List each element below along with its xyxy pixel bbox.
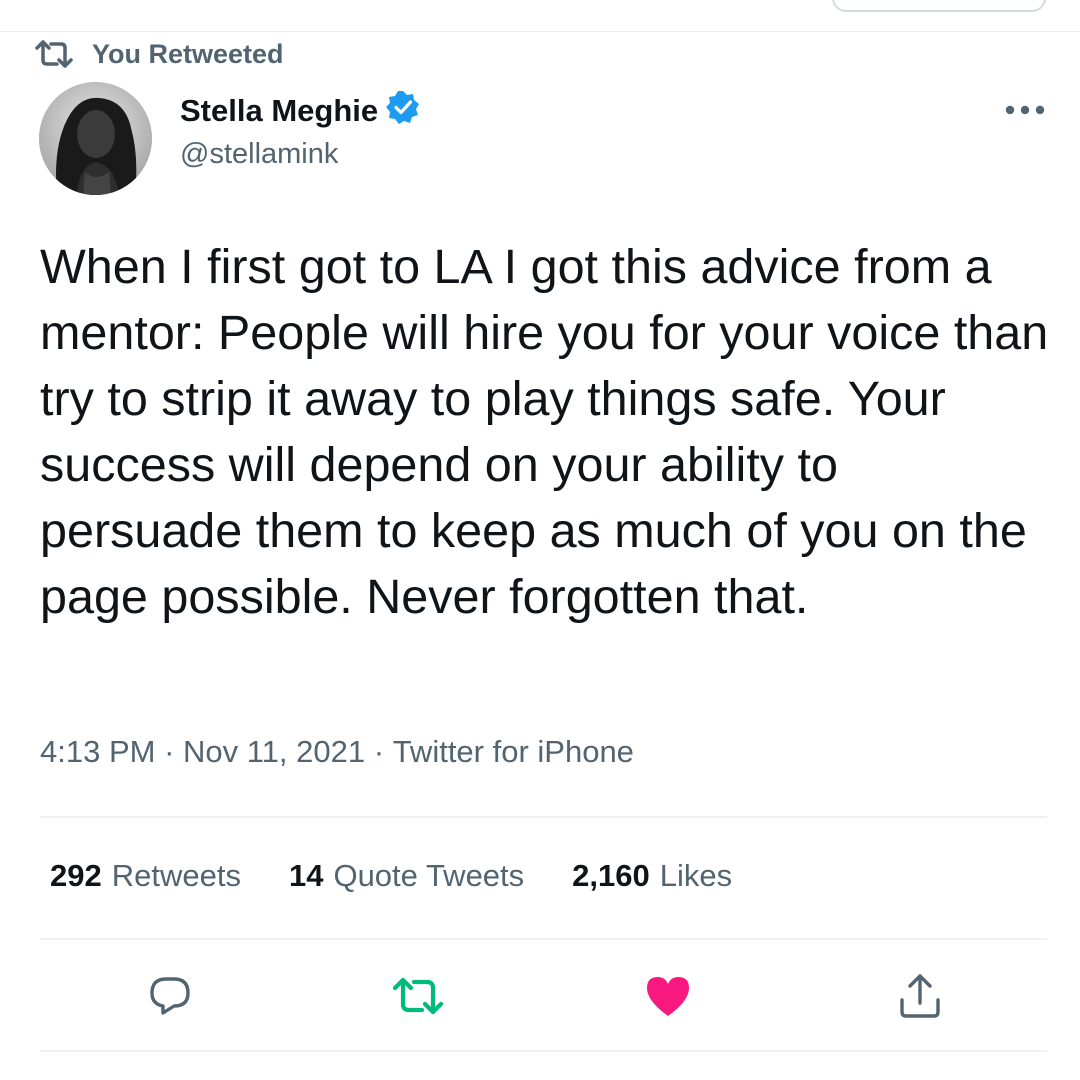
likes-stat[interactable]: 2,160 Likes: [572, 858, 732, 894]
retweet-button[interactable]: [390, 970, 446, 1026]
divider: [40, 1050, 1047, 1052]
tweet-text: When I first got to LA I got this advice…: [40, 240, 1049, 624]
retweet-icon: [34, 38, 74, 70]
quote-tweets-count: 14: [288, 858, 324, 893]
tweet-actions-bar: [0, 970, 1080, 1030]
divider: [40, 816, 1047, 818]
retweets-stat[interactable]: 292 Retweets: [50, 858, 241, 894]
follow-button-partial[interactable]: [832, 0, 1046, 12]
like-button[interactable]: [640, 970, 696, 1026]
verified-badge-icon: [386, 90, 420, 132]
retweets-label: Retweets: [111, 858, 241, 893]
tweet-stats: 292 Retweets 14 Quote Tweets 2,160 Likes: [50, 858, 732, 894]
tweet-meta: 4:13 PM · Nov 11, 2021 · Twitter for iPh…: [40, 734, 634, 770]
quote-tweets-stat[interactable]: 14 Quote Tweets: [289, 858, 524, 894]
author-display-name: Stella Meghie: [180, 93, 379, 128]
avatar[interactable]: [39, 82, 152, 195]
meta-separator: ·: [155, 734, 184, 769]
quote-tweets-label: Quote Tweets: [333, 858, 525, 893]
retweet-icon: [391, 974, 445, 1023]
likes-count: 2,160: [572, 858, 650, 893]
tweet-source[interactable]: Twitter for iPhone: [393, 734, 634, 770]
retweet-context-label: You Retweeted: [92, 38, 284, 69]
tweet-time[interactable]: 4:13 PM: [40, 734, 155, 770]
avatar-image: [39, 82, 152, 195]
divider: [40, 938, 1047, 940]
share-button[interactable]: [892, 970, 948, 1026]
author-name[interactable]: Stella Meghie: [180, 90, 420, 132]
tweet-date[interactable]: Nov 11, 2021: [183, 734, 365, 770]
likes-label: Likes: [659, 858, 733, 893]
share-icon: [897, 972, 943, 1025]
retweets-count: 292: [50, 858, 102, 893]
retweet-context[interactable]: You Retweeted: [34, 36, 284, 72]
top-divider: [0, 31, 1080, 32]
meta-separator: ·: [365, 734, 393, 769]
heart-icon: [644, 974, 692, 1023]
more-options-icon[interactable]: [1002, 100, 1048, 120]
reply-button[interactable]: [142, 970, 198, 1026]
author-handle[interactable]: @stellamink: [180, 138, 338, 171]
reply-icon: [147, 973, 193, 1024]
